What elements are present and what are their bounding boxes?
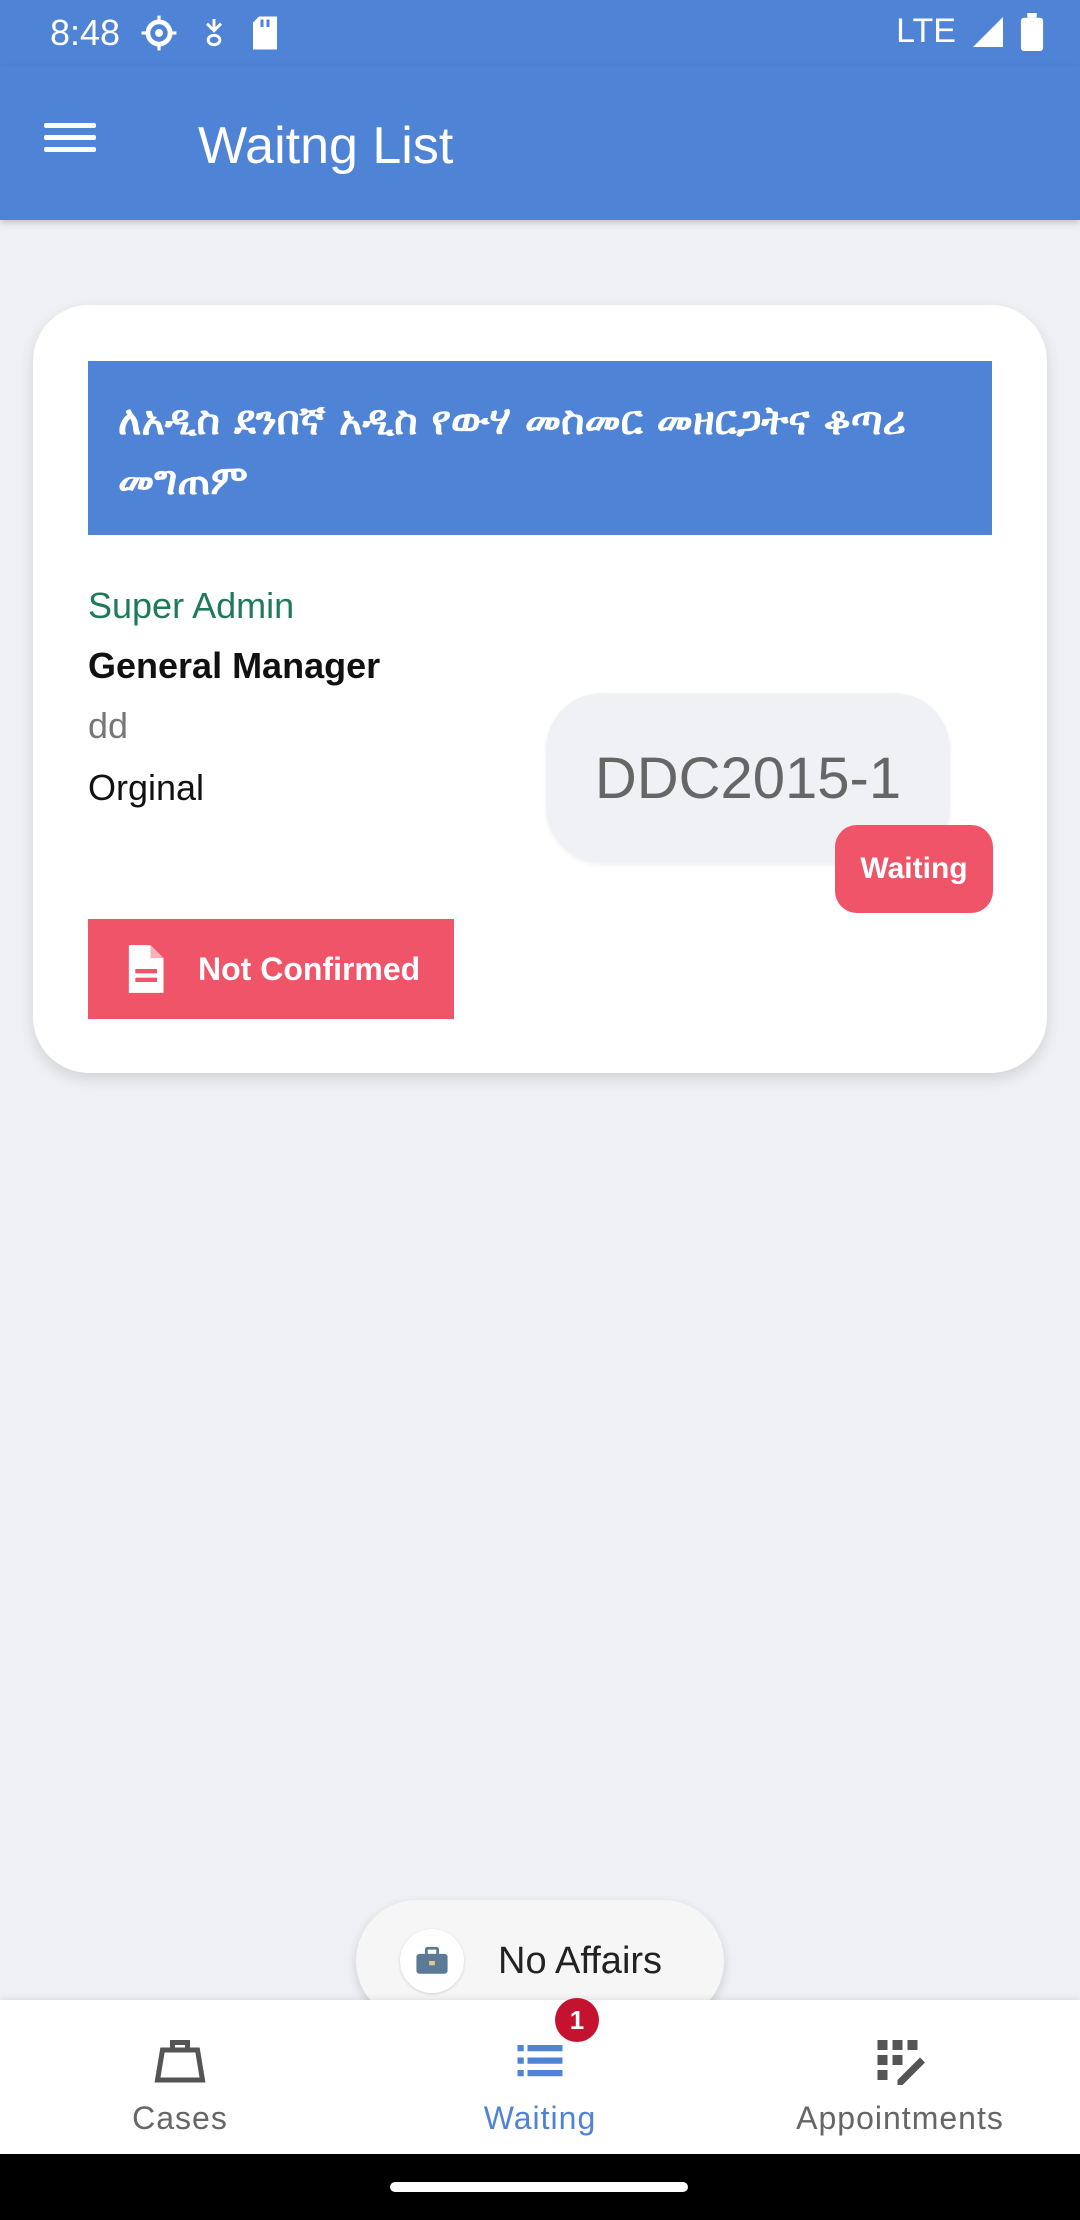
sd-card-icon bbox=[253, 16, 277, 50]
nav-item-cases[interactable]: Cases bbox=[0, 2000, 360, 2154]
status-icons-right: LTE bbox=[896, 12, 1044, 51]
waiting-count-badge: 1 bbox=[555, 1998, 599, 2042]
settings-icon bbox=[141, 15, 177, 51]
status-icons-left bbox=[140, 14, 280, 52]
status-bar: 8:48 LTE bbox=[0, 0, 1080, 66]
type-label: Orginal bbox=[88, 767, 205, 808]
reference-number: DDC2015-1 bbox=[594, 745, 902, 811]
status-time: 8:48 bbox=[50, 12, 121, 53]
toast-text: No Affairs bbox=[498, 1939, 663, 1982]
organization-label: Super Admin bbox=[88, 585, 295, 626]
waiting-card[interactable]: ለአዲስ ደንበኛ አዲስ የውሃ መስመር መዘርጋትና ቆጣሪ መግጠም S… bbox=[33, 305, 1047, 1073]
appointments-icon bbox=[877, 2040, 925, 2085]
menu-icon[interactable] bbox=[44, 116, 108, 164]
status-badge: Waiting bbox=[835, 825, 993, 913]
network-type: LTE bbox=[896, 12, 956, 50]
app-bar: Waitng List bbox=[0, 66, 1080, 220]
nav-label-appointments: Appointments bbox=[796, 2100, 1004, 2136]
nav-label-waiting: Waiting bbox=[483, 2100, 597, 2136]
nav-item-waiting[interactable]: 1 Waiting bbox=[360, 1998, 720, 2154]
bottom-nav: Cases 1 Waiting Appointments bbox=[0, 1998, 1080, 2154]
home-gesture-handle[interactable] bbox=[390, 2182, 688, 2192]
gesture-bar bbox=[0, 2154, 1080, 2220]
signal-icon bbox=[973, 16, 1003, 47]
page-title: Waitng List bbox=[198, 117, 454, 175]
document-icon bbox=[128, 945, 164, 993]
battery-icon bbox=[1020, 12, 1044, 51]
not-confirmed-button[interactable]: Not Confirmed bbox=[88, 919, 454, 1019]
code-label: dd bbox=[88, 705, 129, 746]
card-title: ለአዲስ ደንበኛ አዲስ የውሃ መስመር መዘርጋትና ቆጣሪ መግጠም bbox=[88, 361, 992, 535]
role-label: General Manager bbox=[88, 645, 381, 686]
confirm-label: Not Confirmed bbox=[198, 950, 421, 987]
list-icon bbox=[517, 2045, 563, 2077]
nav-label-cases: Cases bbox=[132, 2100, 228, 2136]
nav-item-appointments[interactable]: Appointments bbox=[720, 2000, 1080, 2154]
briefcase-icon bbox=[400, 1929, 464, 1993]
location-icon bbox=[205, 19, 223, 47]
briefcase-icon bbox=[154, 2040, 206, 2083]
